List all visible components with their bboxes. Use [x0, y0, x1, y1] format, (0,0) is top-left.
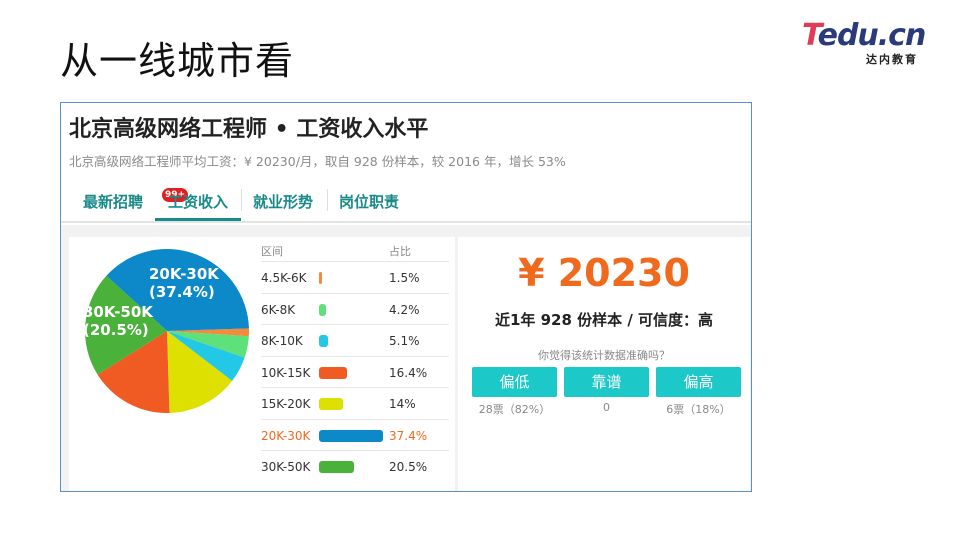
share-value: 37.4%	[389, 428, 428, 443]
distribution-card: 20K-30K (37.4%) 30K-50K (20.5%) 区间 占比 4.5K…	[69, 237, 455, 491]
share-bar	[319, 272, 322, 284]
logo-subtitle: 达内教育	[866, 53, 918, 66]
range-label: 30K-50K	[261, 460, 311, 474]
vote-accurate-count: 0	[603, 401, 610, 414]
table-row: 8K-10K 5.1%	[261, 324, 449, 355]
range-label: 20K-30K	[261, 428, 311, 443]
tab-employment-trend[interactable]: 就业形势	[253, 191, 313, 221]
share-bar	[319, 303, 327, 316]
table-row: 15K-20K 14%	[261, 387, 449, 418]
tab-latest-jobs[interactable]: 最新招聘 99+	[83, 188, 189, 221]
accuracy-question: 你觉得该统计数据准确吗？	[538, 349, 670, 362]
tab-bar: 最新招聘 99+ 工资收入 就业形势 岗位职责	[61, 183, 751, 223]
tab-job-duties[interactable]: 岗位职责	[339, 191, 399, 221]
logo-wordmark: Tedu.cn	[802, 18, 926, 53]
slide: 从一线城市看 Tedu.cn 达内教育 北京高级网络工程师 • 工资收入水平 北…	[0, 0, 960, 540]
vote-low-count: 28票（82%）	[478, 403, 551, 416]
panel-title: 北京高级网络工程师 • 工资收入水平	[69, 117, 429, 142]
share-bar	[319, 461, 355, 473]
pie-label-20k-30k: 20K-30K (37.4%)	[149, 265, 219, 301]
tab-divider	[241, 189, 242, 211]
share-value: 20.5%	[389, 460, 428, 474]
share-value: 4.2%	[389, 302, 420, 317]
vote-high-count: 6票（18%）	[666, 403, 731, 416]
share-bar	[319, 335, 328, 347]
range-label: 6K-8K	[261, 302, 296, 317]
tab-divider	[327, 189, 328, 211]
column-header-range: 区间	[261, 245, 283, 258]
table-row: 4.5K-6K 1.5%	[261, 261, 449, 292]
vote-low-button[interactable]: 偏低	[472, 367, 557, 397]
vote-accurate-button[interactable]: 靠谱	[564, 367, 649, 397]
vote-high-button[interactable]: 偏高	[656, 367, 741, 397]
summary-card: ¥ 20230 近1年 928 份样本 / 可信度：高 你觉得该统计数据准确吗？…	[458, 237, 750, 491]
content-area: 20K-30K (37.4%) 30K-50K (20.5%) 区间 占比 4.5K…	[61, 225, 751, 491]
pie-label-30k-50k: 30K-50K (20.5%)	[83, 303, 153, 339]
range-label: 10K-15K	[261, 365, 311, 380]
range-label: 4.5K-6K	[261, 271, 307, 285]
range-label: 15K-20K	[261, 397, 311, 411]
average-salary: ¥ 20230	[518, 251, 690, 295]
share-bar	[319, 429, 383, 442]
tedu-logo: Tedu.cn 达内教育	[802, 18, 937, 68]
share-bar	[319, 398, 343, 410]
share-bar	[319, 366, 348, 379]
table-row: 20K-30K 37.4%	[261, 418, 449, 450]
share-value: 14%	[389, 397, 416, 411]
slide-title: 从一线城市看	[60, 39, 295, 83]
share-value: 5.1%	[389, 334, 420, 348]
table-row: 30K-50K 20.5%	[261, 450, 449, 481]
share-value: 1.5%	[389, 271, 420, 285]
tab-salary[interactable]: 工资收入	[155, 191, 242, 221]
sample-info: 近1年 928 份样本 / 可信度：高	[494, 311, 714, 329]
salary-panel: 北京高级网络工程师 • 工资收入水平 北京高级网络工程师平均工资：¥ 20230…	[60, 102, 752, 492]
table-row: 6K-8K 4.2%	[261, 292, 449, 324]
table-row: 10K-15K 16.4%	[261, 355, 449, 387]
column-header-share: 占比	[389, 245, 411, 258]
share-value: 16.4%	[389, 365, 428, 380]
panel-subtitle: 北京高级网络工程师平均工资：¥ 20230/月，取自 928 份样本，较 201…	[69, 154, 566, 169]
range-label: 8K-10K	[261, 334, 303, 348]
